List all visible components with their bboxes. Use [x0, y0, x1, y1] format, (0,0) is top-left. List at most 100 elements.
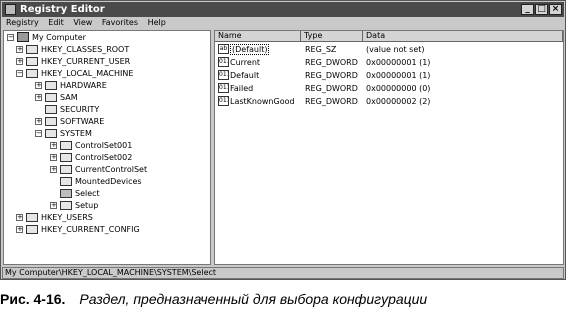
title-bar[interactable]: Registry Editor _ □ × [2, 2, 564, 17]
menu-help[interactable]: Help [148, 18, 166, 27]
expand-toggle[interactable]: + [50, 142, 57, 149]
tree-item-select[interactable]: Select [5, 188, 205, 199]
values-list[interactable]: Name Type Data ab (Default) REG_SZ (valu… [214, 30, 564, 265]
registry-editor-window: Registry Editor _ □ × Registry Edit View… [0, 0, 566, 280]
menu-view[interactable]: View [73, 18, 92, 27]
tree-item-controlset001[interactable]: + ControlSet001 [5, 140, 205, 151]
tree-item-sam[interactable]: + SAM [5, 92, 205, 103]
expand-toggle[interactable]: + [50, 166, 57, 173]
tree-item-currentcontrolset[interactable]: + CurrentControlSet [5, 164, 205, 175]
status-bar: My Computer\HKEY_LOCAL_MACHINE\SYSTEM\Se… [2, 267, 564, 279]
folder-icon [26, 225, 38, 234]
value-data: 0x00000000 (0) [366, 84, 431, 93]
figure-caption: Рис. 4-16. Раздел, предназначенный для вы… [0, 289, 427, 310]
expand-toggle[interactable]: + [35, 94, 42, 101]
value-type: REG_DWORD [305, 58, 358, 67]
menu-registry[interactable]: Registry [6, 18, 39, 27]
tree-item-hkey-classes-root[interactable]: + HKEY_CLASSES_ROOT [5, 44, 205, 55]
tree-item-label: ControlSet001 [75, 141, 133, 150]
menu-bar: Registry Edit View Favorites Help [2, 17, 564, 29]
folder-icon [45, 105, 57, 114]
tree-item-label: MountedDevices [75, 177, 142, 186]
value-name: LastKnownGood [230, 97, 295, 106]
folder-icon [26, 45, 38, 54]
binary-value-icon: 011 [218, 57, 229, 67]
value-type: REG_DWORD [305, 71, 358, 80]
expand-toggle[interactable]: + [50, 202, 57, 209]
figure-number: Рис. 4-16. [0, 291, 66, 307]
value-data: 0x00000001 (1) [366, 71, 431, 80]
collapse-toggle[interactable]: − [7, 34, 14, 41]
tree-item-system[interactable]: − SYSTEM [5, 128, 205, 139]
tree-item-label: My Computer [32, 33, 86, 42]
tree-item-label: HKEY_USERS [41, 213, 93, 222]
value-row[interactable]: 011 Current REG_DWORD 0x00000001 (1) [215, 57, 560, 68]
expand-toggle[interactable]: + [35, 82, 42, 89]
value-name: (Default) [230, 44, 270, 55]
value-row[interactable]: 011 Failed REG_DWORD 0x00000000 (0) [215, 83, 560, 94]
binary-value-icon: 011 [218, 96, 229, 106]
tree-item-label: CurrentControlSet [75, 165, 148, 174]
computer-icon [17, 32, 29, 42]
registry-tree[interactable]: − My Computer + HKEY_CLASSES_ROOT + HKEY… [3, 30, 211, 265]
maximize-button[interactable]: □ [535, 4, 548, 15]
tree-item-label: ControlSet002 [75, 153, 133, 162]
expand-toggle[interactable]: + [16, 58, 23, 65]
expand-toggle[interactable]: + [35, 118, 42, 125]
folder-icon [26, 213, 38, 222]
value-data: (value not set) [366, 45, 425, 54]
tree-item-security[interactable]: SECURITY [5, 104, 205, 115]
collapse-toggle[interactable]: − [16, 70, 23, 77]
tree-item-label: HKEY_CURRENT_CONFIG [41, 225, 140, 234]
value-type: REG_DWORD [305, 84, 358, 93]
column-header-data[interactable]: Data [363, 31, 563, 42]
value-data: 0x00000002 (2) [366, 97, 431, 106]
collapse-toggle[interactable]: − [35, 130, 42, 137]
tree-item-hkey-current-config[interactable]: + HKEY_CURRENT_CONFIG [5, 224, 205, 235]
tree-item-label: HKEY_LOCAL_MACHINE [41, 69, 134, 78]
tree-item-label: SYSTEM [60, 129, 92, 138]
tree-item-hardware[interactable]: + HARDWARE [5, 80, 205, 91]
string-value-icon: ab [218, 44, 229, 54]
tree-item-hkey-users[interactable]: + HKEY_USERS [5, 212, 205, 223]
value-data: 0x00000001 (1) [366, 58, 431, 67]
tree-item-hkey-current-user[interactable]: + HKEY_CURRENT_USER [5, 56, 205, 67]
column-header-name[interactable]: Name [215, 31, 301, 42]
tree-item-setup[interactable]: + Setup [5, 200, 205, 211]
folder-icon [60, 201, 72, 210]
value-row[interactable]: ab (Default) REG_SZ (value not set) [215, 44, 560, 55]
value-type: REG_SZ [305, 45, 337, 54]
expand-toggle[interactable]: + [16, 214, 23, 221]
folder-icon [60, 165, 72, 174]
open-folder-icon [45, 129, 57, 138]
tree-item-label: Select [75, 189, 100, 198]
expand-toggle[interactable]: + [50, 154, 57, 161]
value-type: REG_DWORD [305, 97, 358, 106]
tree-item-hkey-local-machine[interactable]: − HKEY_LOCAL_MACHINE [5, 68, 205, 79]
value-name: Failed [230, 84, 254, 93]
menu-favorites[interactable]: Favorites [102, 18, 138, 27]
column-header-type[interactable]: Type [301, 31, 363, 42]
folder-icon [45, 93, 57, 102]
value-row[interactable]: 011 Default REG_DWORD 0x00000001 (1) [215, 70, 560, 81]
figure-caption-text: Раздел, предназначенный для выбора конфи… [79, 291, 428, 307]
tree-item-label: Setup [75, 201, 99, 210]
tree-item-software[interactable]: + SOFTWARE [5, 116, 205, 127]
tree-item-label: HARDWARE [60, 81, 107, 90]
tree-item-controlset002[interactable]: + ControlSet002 [5, 152, 205, 163]
value-row[interactable]: 011 LastKnownGood REG_DWORD 0x00000002 (… [215, 96, 560, 107]
tree-item-label: SECURITY [60, 105, 100, 114]
value-name: Default [230, 71, 260, 80]
folder-icon [45, 81, 57, 90]
registry-editor-app-icon [5, 4, 16, 15]
menu-edit[interactable]: Edit [48, 18, 64, 27]
expand-toggle[interactable]: + [16, 46, 23, 53]
tree-item-my-computer[interactable]: − My Computer [5, 32, 205, 43]
expand-toggle[interactable]: + [16, 226, 23, 233]
close-button[interactable]: × [549, 4, 562, 15]
tree-item-mounteddevices[interactable]: MountedDevices [5, 176, 205, 187]
folder-icon [60, 177, 72, 186]
open-folder-icon [60, 189, 72, 198]
tree-item-label: HKEY_CLASSES_ROOT [41, 45, 130, 54]
minimize-button[interactable]: _ [521, 4, 534, 15]
